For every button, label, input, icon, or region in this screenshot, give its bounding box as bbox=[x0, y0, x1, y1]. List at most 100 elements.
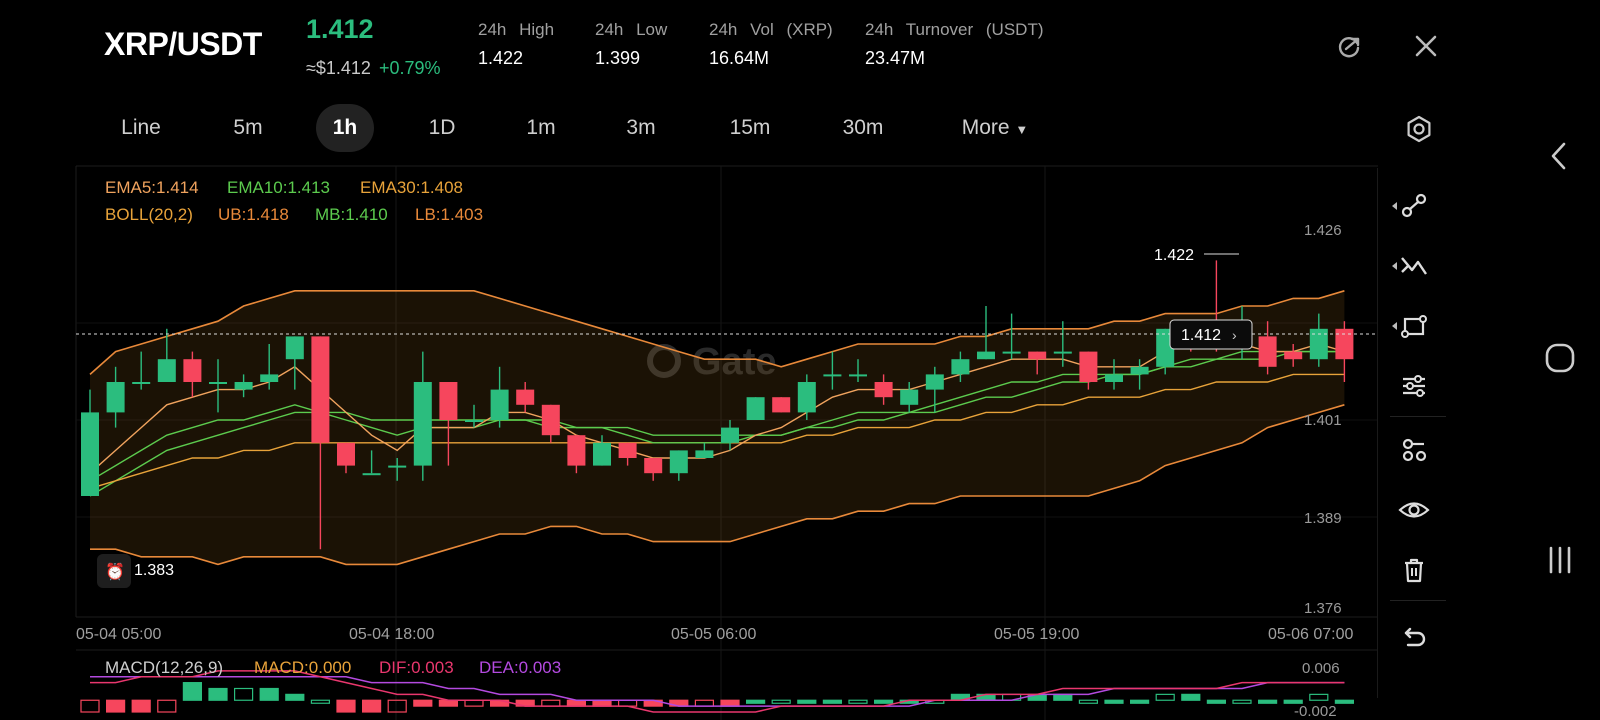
candle-body bbox=[260, 374, 279, 382]
candle-body bbox=[362, 473, 381, 476]
candle bbox=[746, 397, 765, 420]
macd-bar bbox=[1334, 699, 1355, 704]
candle-body bbox=[1079, 351, 1098, 382]
candle-body bbox=[439, 382, 458, 420]
macd-bar bbox=[182, 682, 202, 701]
candle-body bbox=[925, 374, 944, 390]
candle-body bbox=[1002, 351, 1021, 354]
candle-body bbox=[81, 412, 99, 496]
price-tick: 1.376 bbox=[1304, 600, 1342, 617]
candle-body bbox=[285, 336, 304, 360]
low-marker: ⏰ 1.383 bbox=[97, 554, 174, 588]
bell-icon: ⏰ bbox=[105, 562, 125, 581]
indicator-legend[interactable]: EMA5:1.414 EMA10:1.413 EMA30:1.408 BOLL(… bbox=[105, 178, 483, 224]
candle-body bbox=[1053, 351, 1072, 354]
time-tick: 05-05 19:00 bbox=[994, 626, 1080, 643]
time-tick: 05-05 06:00 bbox=[671, 626, 757, 643]
candle-body bbox=[1309, 328, 1328, 360]
macd-bar bbox=[873, 699, 894, 704]
macd-bar bbox=[694, 699, 715, 707]
indicator-settings-icon[interactable] bbox=[1396, 368, 1432, 404]
high-marker: 1.422 bbox=[1154, 247, 1239, 264]
candle-body bbox=[183, 359, 202, 382]
macd-bar bbox=[1309, 693, 1329, 701]
macd-bar bbox=[234, 687, 254, 701]
ema5-value: EMA5:1.414 bbox=[105, 178, 199, 197]
toolbar-divider bbox=[1390, 416, 1446, 417]
trash-icon[interactable] bbox=[1396, 552, 1432, 588]
candle-body bbox=[311, 336, 330, 443]
price-chart[interactable]: Gate 1.412 › 1.422 ⏰ 1.383 1.426 1.401 1… bbox=[0, 0, 1380, 720]
time-tick: 05-06 07:00 bbox=[1268, 626, 1354, 643]
candle-body bbox=[849, 374, 867, 377]
price-tick: 1.389 bbox=[1304, 510, 1342, 527]
home-icon[interactable] bbox=[1542, 340, 1578, 376]
candle-body bbox=[644, 458, 663, 474]
price-tick: 1.426 bbox=[1304, 222, 1342, 239]
chevron-right-icon: › bbox=[1232, 327, 1237, 343]
macd-bar bbox=[464, 699, 484, 707]
candle-body bbox=[721, 427, 739, 443]
draw-trend-icon[interactable] bbox=[1392, 188, 1432, 224]
macd-bar bbox=[285, 693, 305, 701]
eye-icon[interactable] bbox=[1396, 492, 1432, 528]
back-icon[interactable] bbox=[1542, 138, 1578, 174]
system-navigation-bar bbox=[1520, 0, 1600, 720]
macd-bar bbox=[362, 699, 382, 713]
candle-body bbox=[567, 435, 586, 466]
candle-body bbox=[234, 382, 253, 390]
candle-body bbox=[132, 382, 151, 384]
macd-bar bbox=[208, 687, 228, 701]
boll-lb-value: LB:1.403 bbox=[415, 205, 483, 224]
candle-body bbox=[465, 420, 483, 422]
candle-body bbox=[413, 382, 432, 466]
macd-bar bbox=[822, 699, 843, 704]
ema30-value: EMA30:1.408 bbox=[360, 178, 463, 197]
macd-bar bbox=[797, 699, 817, 704]
macd-bar bbox=[131, 699, 151, 713]
current-price-marker[interactable]: 1.412 › bbox=[1169, 319, 1253, 350]
macd-bar bbox=[617, 699, 638, 707]
undo-icon[interactable] bbox=[1396, 620, 1432, 656]
macd-bar bbox=[771, 699, 791, 704]
macd-bar bbox=[720, 699, 740, 707]
candle-body bbox=[695, 450, 714, 458]
candle-body bbox=[977, 351, 995, 360]
candle-body bbox=[1258, 336, 1277, 367]
macd-panel bbox=[80, 670, 1355, 713]
chart-settings-icon[interactable] bbox=[1404, 114, 1434, 144]
macd-value: MACD:0.000 bbox=[254, 658, 351, 677]
macd-top-tick: 0.006 bbox=[1302, 660, 1340, 677]
time-axis: 05-04 05:00 05-04 18:00 05-05 06:00 05-0… bbox=[76, 626, 1354, 643]
candle-body bbox=[337, 442, 355, 466]
current-price-label: 1.412 bbox=[1181, 327, 1221, 344]
recent-apps-icon[interactable] bbox=[1542, 542, 1578, 578]
draw-shape-icon[interactable] bbox=[1392, 308, 1432, 344]
close-icon[interactable] bbox=[1410, 30, 1442, 62]
time-tick: 05-04 18:00 bbox=[349, 626, 435, 643]
candle-body bbox=[1284, 351, 1303, 360]
macd-bar bbox=[745, 699, 766, 704]
price-tick: 1.401 bbox=[1304, 412, 1342, 429]
candle-body bbox=[516, 389, 535, 405]
candle-body bbox=[900, 389, 919, 405]
macd-bar bbox=[1155, 693, 1175, 701]
candle-body bbox=[823, 374, 842, 377]
candle-body bbox=[874, 382, 893, 398]
macd-bar bbox=[1078, 699, 1099, 704]
macd-bar bbox=[541, 699, 561, 707]
macd-bar bbox=[259, 687, 279, 701]
candle-body bbox=[490, 389, 509, 420]
draw-cross-icon[interactable] bbox=[1392, 248, 1432, 284]
candle-body bbox=[797, 382, 816, 413]
macd-label: MACD(12,26,9) bbox=[105, 658, 223, 677]
macd-bar bbox=[848, 699, 868, 704]
macd-bar bbox=[438, 699, 458, 707]
macd-bar bbox=[1104, 699, 1124, 704]
candle-body bbox=[209, 382, 227, 384]
candle-body bbox=[669, 450, 688, 474]
price-axis: 1.426 1.401 1.389 1.376 bbox=[1304, 222, 1342, 617]
template-icon[interactable] bbox=[1396, 432, 1432, 468]
ema10-value: EMA10:1.413 bbox=[227, 178, 330, 197]
macd-bar bbox=[1257, 699, 1278, 704]
